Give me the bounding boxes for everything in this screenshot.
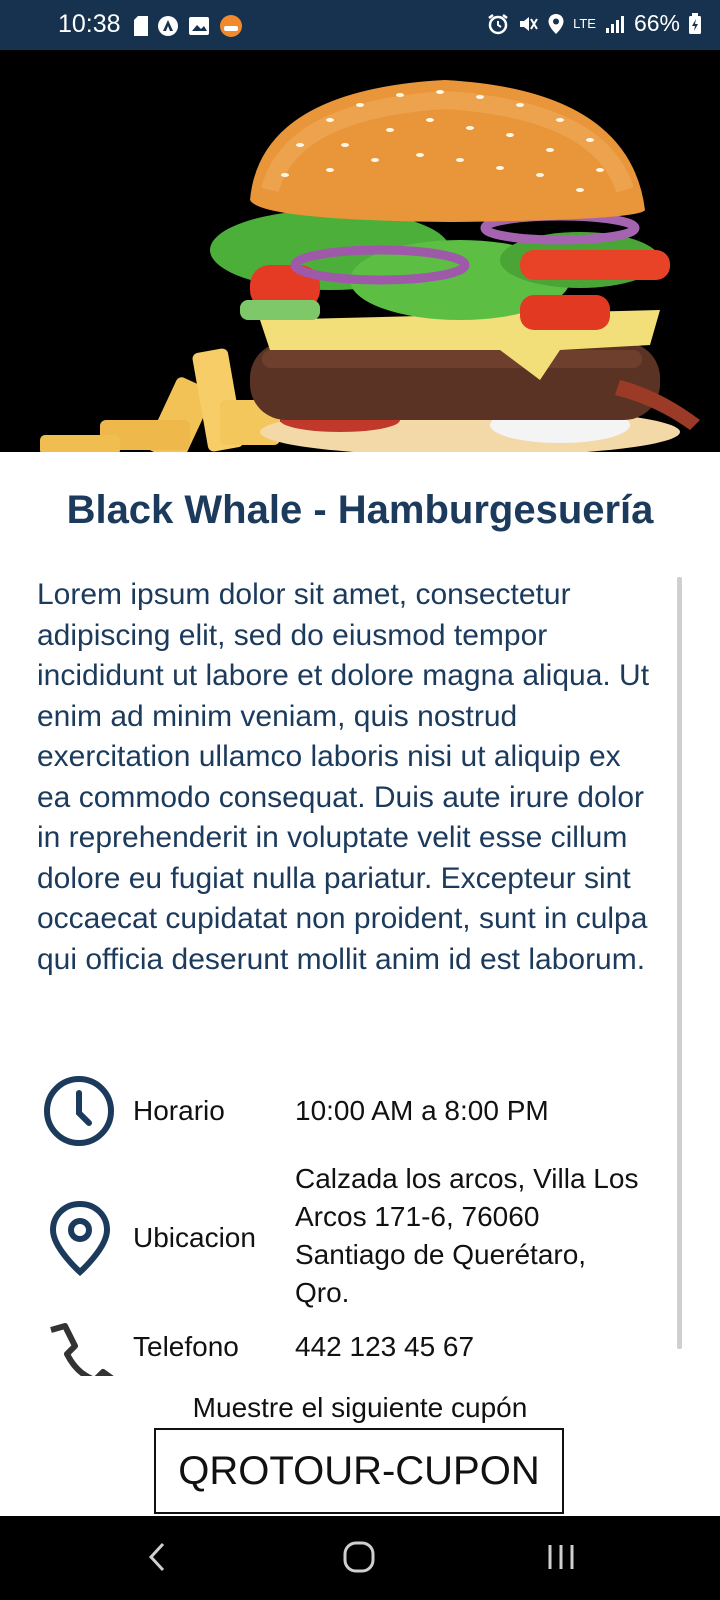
coupon-code: QROTOUR-CUPON <box>154 1428 564 1514</box>
recents-button[interactable] <box>536 1534 586 1580</box>
network-type: LTE <box>573 16 596 31</box>
location-icon <box>548 13 564 34</box>
sd-card-icon <box>134 16 148 36</box>
home-button[interactable] <box>334 1534 384 1580</box>
signal-icon <box>605 15 624 33</box>
restaurant-title: Black Whale - Hamburgesuería <box>66 488 654 532</box>
recents-icon <box>548 1545 574 1569</box>
phone-row: Telefono 442 123 45 67 <box>0 1320 720 1376</box>
schedule-value: 10:00 AM a 8:00 PM <box>295 1095 549 1126</box>
back-button[interactable] <box>132 1534 182 1580</box>
hero-image <box>0 50 720 452</box>
location-label: Ubicacion <box>133 1222 256 1253</box>
mute-icon <box>520 16 538 31</box>
burger-image <box>0 50 720 452</box>
home-icon <box>343 1541 375 1573</box>
restaurant-description: Lorem ipsum dolor sit amet, consectetur … <box>37 578 650 976</box>
gallery-icon <box>189 17 209 35</box>
status-time: 10:38 <box>58 10 121 38</box>
orange-app-icon <box>220 15 242 37</box>
battery-level: 66% <box>633 10 680 36</box>
system-nav-bar <box>0 1516 720 1600</box>
clock-icon <box>44 1076 114 1146</box>
app-notification-icon <box>158 16 178 36</box>
phone-label: Telefono <box>133 1331 239 1362</box>
back-icon <box>148 1542 165 1572</box>
alarm-icon <box>488 13 508 34</box>
location-pin-icon <box>49 1200 111 1276</box>
phone-value[interactable]: 442 123 45 67 <box>295 1328 474 1366</box>
battery-icon <box>689 12 701 34</box>
phone-icon <box>50 1323 114 1376</box>
status-bar: 10:38 LTE 66% <box>0 0 720 50</box>
schedule-label: Horario <box>133 1095 225 1126</box>
system-status: LTE 66% <box>487 10 702 37</box>
scrollbar[interactable] <box>677 577 682 1349</box>
location-value[interactable]: Calzada los arcos, Villa Los Arcos 171-6… <box>295 1160 645 1312</box>
coupon-caption: Muestre el siguiente cupón <box>192 1392 528 1423</box>
notification-icons <box>134 14 243 38</box>
coupon-code-text: QROTOUR-CUPON <box>178 1448 540 1493</box>
